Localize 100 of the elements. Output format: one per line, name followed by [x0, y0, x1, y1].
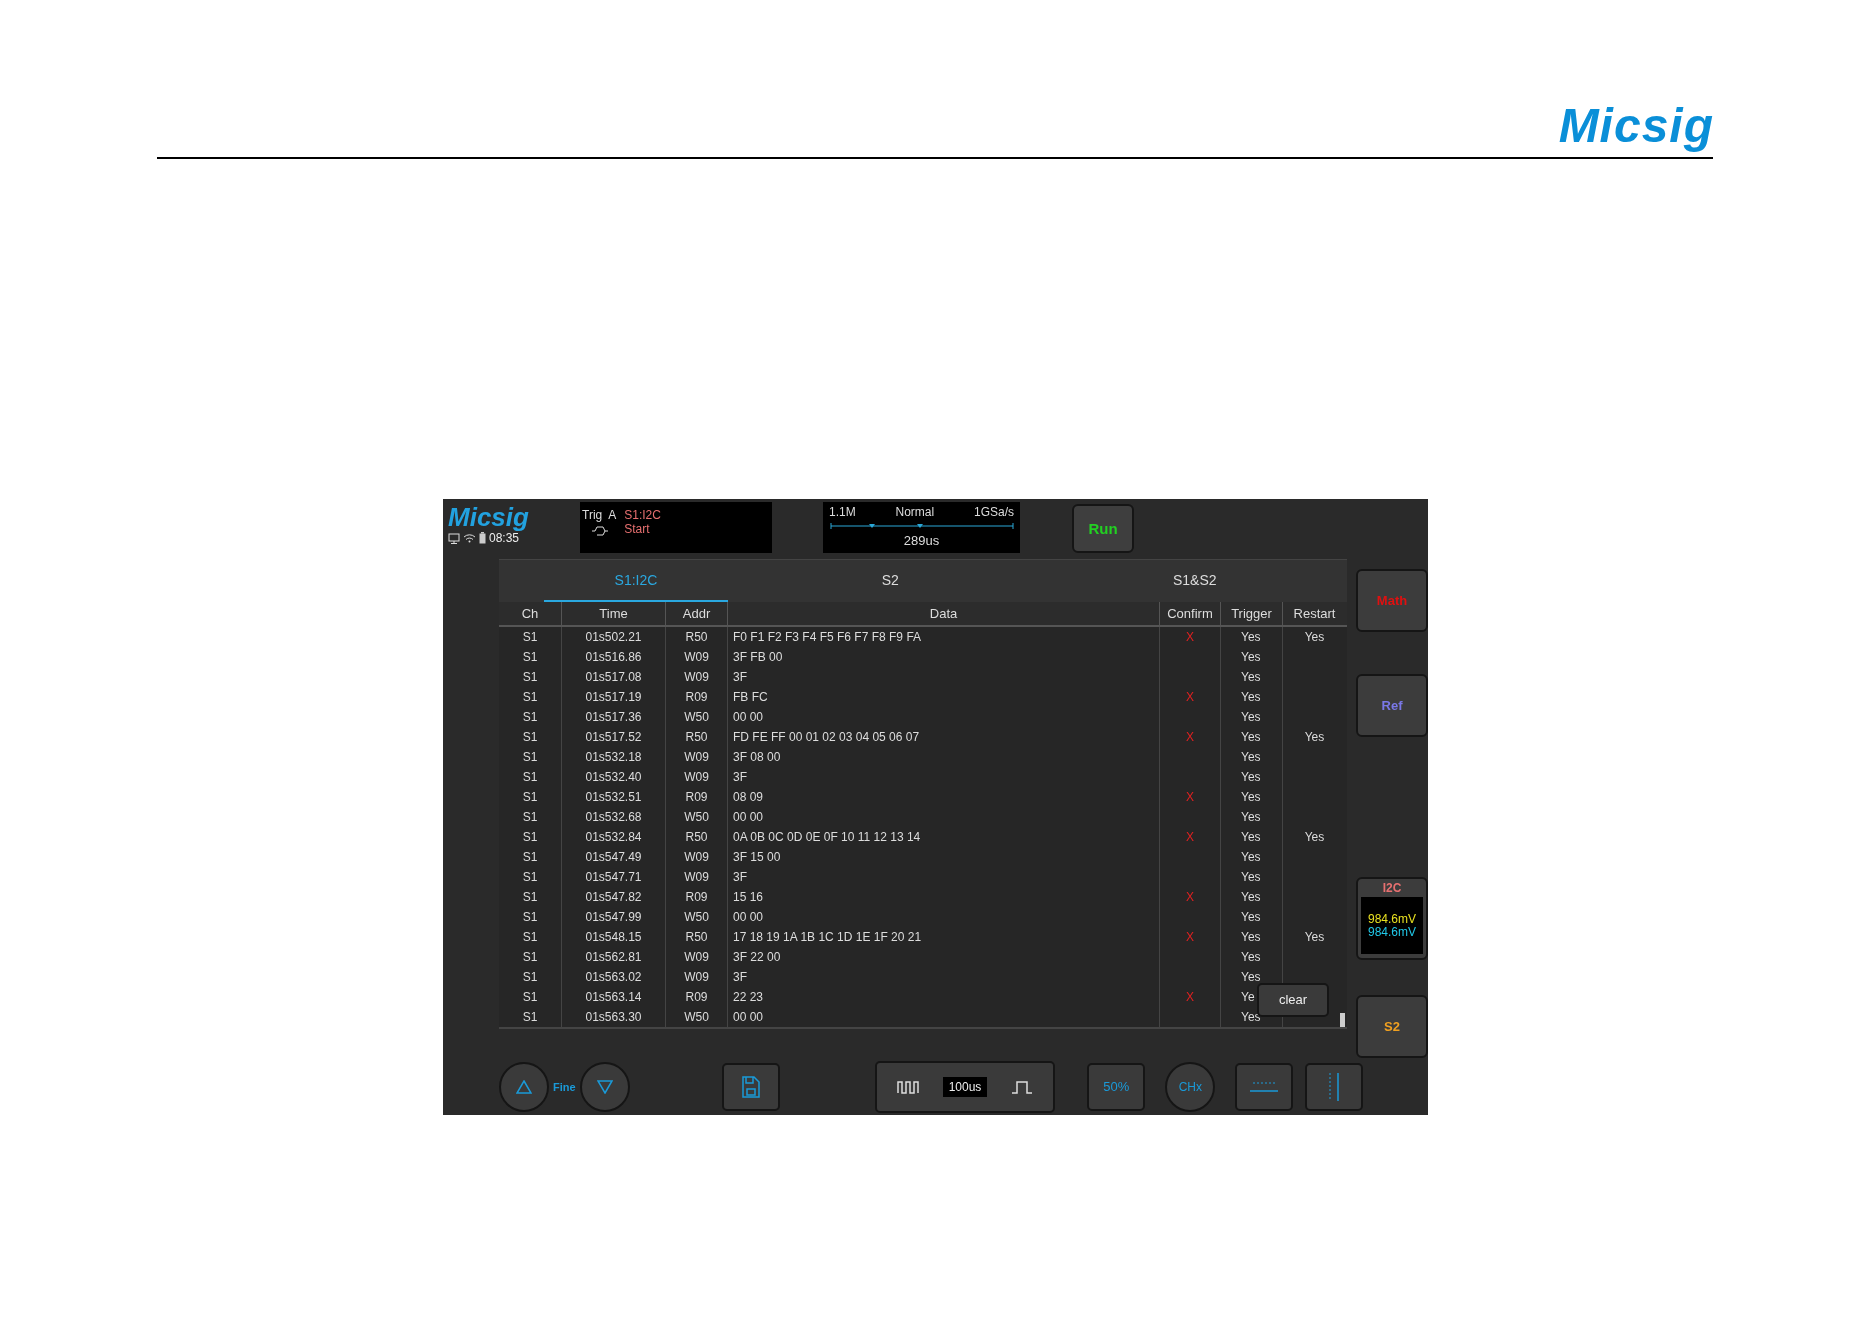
table-cell: R09 [685, 889, 708, 904]
table-cell: W50 [684, 1009, 709, 1024]
table-cell: W50 [684, 909, 709, 924]
table-cell: 01s532.84 [585, 829, 642, 844]
wifi-icon [463, 533, 476, 543]
column-header: Ch [499, 601, 562, 625]
table-cell: 01s547.99 [585, 909, 642, 924]
table-cell: W09 [684, 869, 709, 884]
table-cell: Yes [1241, 749, 1261, 764]
table-cell: 3F 08 00 [733, 749, 781, 764]
table-cell: FD FE FF 00 01 02 03 04 05 06 07 [733, 729, 920, 744]
table-cell: S1 [522, 869, 538, 884]
save-button[interactable] [721, 1062, 780, 1111]
vertical-cursor-button[interactable] [1305, 1062, 1364, 1111]
scrollbar[interactable] [1340, 1012, 1345, 1027]
table-cell: 22 23 [733, 989, 764, 1004]
bus-panel[interactable]: I2C 984.6mV 984.6mV [1356, 877, 1428, 960]
table-cell: 00 00 [733, 1009, 764, 1024]
table-cell: S1 [522, 1009, 538, 1024]
table-cell: Yes [1241, 669, 1261, 684]
table-cell: S1 [522, 669, 538, 684]
table-cell: X [1186, 789, 1194, 804]
level-up-button[interactable] [499, 1061, 549, 1112]
table-cell: Yes [1241, 929, 1261, 944]
table-cell: S1 [522, 749, 538, 764]
table-cell: X [1186, 989, 1194, 1004]
table-cell: 01s502.21 [585, 629, 642, 644]
table-cell: 01s547.71 [585, 869, 642, 884]
table-cell: Yes [1241, 789, 1261, 804]
table-cell: Yes [1241, 829, 1261, 844]
pulse-train-icon [896, 1079, 919, 1094]
table-cell: X [1186, 889, 1194, 904]
trigger-panel[interactable]: Trig A S1:I2C Start [580, 502, 772, 553]
table-cell: Yes [1241, 949, 1261, 964]
table-cell: 00 00 [733, 809, 764, 824]
table-cell: S1 [522, 809, 538, 824]
table-cell: Yes [1304, 729, 1325, 744]
tab[interactable]: S1&S2 [1042, 560, 1347, 602]
table-cell: 01s563.02 [585, 969, 642, 984]
table-cell: 00 00 [733, 709, 764, 724]
table-cell: 01s516.86 [585, 649, 642, 664]
horizontal-lines-icon [1249, 1079, 1280, 1094]
table-cell: 3F [733, 769, 747, 784]
table-cell: S1 [522, 689, 538, 704]
table-cell: 3F FB 00 [733, 649, 783, 664]
table-cell: 3F [733, 669, 747, 684]
table-cell: R50 [685, 629, 708, 644]
table-cell: S1 [522, 729, 538, 744]
trigger-source: A [608, 508, 617, 522]
table-cell: 01s548.15 [585, 929, 642, 944]
table-cell: 3F 15 00 [733, 849, 781, 864]
table-cell: S1 [522, 709, 538, 724]
table-cell: 3F 22 00 [733, 949, 781, 964]
table-cell: F0 F1 F2 F3 F4 F5 F6 F7 F8 F9 FA [733, 629, 922, 644]
table-cell: Yes [1241, 709, 1261, 724]
table-cell: 01s517.19 [585, 689, 642, 704]
table-cell: 01s532.40 [585, 769, 642, 784]
brand-logo: Micsig [448, 503, 530, 531]
memory-depth: 1.1M [829, 505, 856, 519]
column-header: Trigger [1221, 601, 1283, 625]
clock-time: 08:35 [489, 531, 520, 545]
table-cell: 01s562.81 [585, 949, 642, 964]
table-cell: S1 [522, 949, 538, 964]
table-cell: S1 [522, 849, 538, 864]
trigger-condition: Start [624, 522, 651, 536]
table-cell: S1 [522, 909, 538, 924]
channel-select-button[interactable]: CHx [1165, 1061, 1216, 1112]
table-cell: S1 [522, 889, 538, 904]
threshold-value: 984.6mV [1368, 925, 1416, 939]
sample-rate: 1GSa/s [973, 505, 1014, 519]
table-cell: FB FC [733, 689, 768, 704]
table-cell: S1 [522, 989, 538, 1004]
horizontal-cursor-button[interactable] [1235, 1062, 1294, 1111]
column-header: Restart [1292, 604, 1337, 623]
table-cell: Yes [1241, 969, 1261, 984]
trigger-position: 289us [903, 533, 940, 548]
table-cell: Yes [1241, 769, 1261, 784]
table-cell: Yes [1241, 809, 1261, 824]
table-cell: 01s563.30 [585, 1009, 642, 1024]
channel-button[interactable]: S2 [1356, 994, 1428, 1058]
table-cell: W09 [684, 749, 709, 764]
trigger-label: Trig [582, 508, 603, 522]
table-cell: W50 [684, 809, 709, 824]
timebase-value: 100us [942, 1076, 988, 1097]
table-cell: 01s532.18 [585, 749, 642, 764]
table-cell: Yes [1241, 849, 1261, 864]
clear-button[interactable]: clear [1257, 982, 1329, 1017]
side-button[interactable]: Ref [1356, 674, 1428, 738]
acquisition-mode: Normal [895, 505, 935, 519]
fine-label: Fine [553, 1080, 576, 1093]
table-cell: Ye [1241, 989, 1255, 1004]
tab[interactable]: S2 [738, 560, 1043, 602]
bus-label: I2C [1382, 880, 1402, 898]
table-cell: R09 [685, 689, 708, 704]
table-cell: W09 [684, 669, 709, 684]
table-cell: Yes [1241, 689, 1261, 704]
table-cell: S1 [522, 789, 538, 804]
trigger-level-button[interactable]: 50% [1087, 1062, 1146, 1111]
run-button[interactable]: Run [1072, 504, 1134, 553]
acquisition-panel[interactable]: 1.1M Normal 1GSa/s 289us [823, 502, 1020, 553]
